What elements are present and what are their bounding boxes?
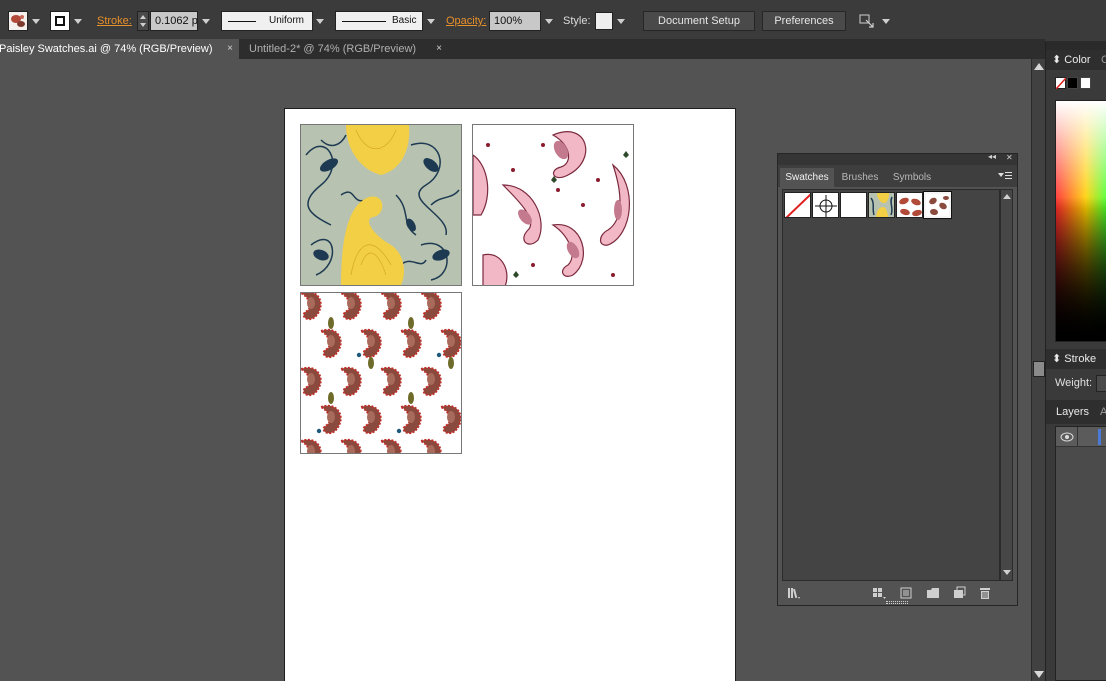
close-tab-icon[interactable]: × (436, 39, 442, 59)
paisley-fill-icon (11, 15, 25, 27)
none-color-swatch[interactable] (1055, 77, 1067, 90)
scroll-up-icon[interactable] (1003, 194, 1011, 199)
scroll-thumb[interactable] (1033, 361, 1045, 377)
color-guide-tab[interactable]: C (1101, 50, 1106, 70)
resize-grip-icon[interactable] (886, 601, 908, 604)
stroke-weight-field[interactable]: 0.1062 p (150, 11, 198, 31)
tab-label: Untitled-2* @ 74% (RGB/Preview) (249, 43, 417, 55)
swatch-libraries-icon[interactable] (786, 585, 802, 601)
weight-stepper[interactable] (1096, 375, 1106, 392)
style-label: Style: (563, 15, 591, 27)
tab-swatches[interactable]: Swatches (780, 168, 834, 187)
none-slash-icon (785, 193, 810, 217)
color-panel-title: ⬍ Color (1052, 54, 1091, 66)
swatch-registration[interactable] (812, 192, 839, 218)
profile-line-icon (228, 21, 256, 22)
document-tab-bar: Paisley Swatches.ai @ 74% (RGB/Preview) … (0, 39, 1045, 59)
opacity-field[interactable]: 100% (489, 11, 541, 31)
panel-menu-icon[interactable] (998, 171, 1012, 183)
swatch-list-scrollbar[interactable] (1000, 189, 1013, 581)
swatch-white[interactable] (840, 192, 867, 218)
pattern-2-thumb-icon (899, 197, 922, 217)
layers-list (1055, 426, 1106, 681)
stroke-panel-title: ⬍ Stroke (1052, 353, 1097, 365)
pattern-3-thumb-icon (929, 196, 949, 216)
swatches-panel: ◂◂ ✕ Swatches Brushes Symbols (777, 152, 1018, 606)
fill-dropdown[interactable] (29, 11, 41, 31)
weight-label: Weight: (1055, 377, 1093, 389)
scroll-down-icon[interactable] (1003, 570, 1011, 575)
layers-panel-header[interactable]: Layers A (1046, 400, 1106, 424)
variable-width-profile[interactable]: Uniform (221, 11, 313, 31)
profile-dropdown[interactable] (313, 11, 325, 31)
artboard[interactable] (284, 108, 736, 681)
scroll-up-icon[interactable] (1034, 63, 1044, 70)
swatch-pattern-2[interactable] (896, 192, 923, 218)
arrange-dropdown[interactable] (879, 11, 891, 31)
swatches-panel-footer (778, 581, 1017, 605)
tab-label: Paisley Swatches.ai @ 74% (RGB/Preview) (0, 43, 213, 55)
brush-dropdown[interactable] (424, 11, 436, 31)
stroke-label[interactable]: Stroke: (97, 11, 132, 31)
graphic-style-swatch[interactable] (595, 12, 613, 30)
fill-swatch[interactable] (8, 11, 28, 31)
brush-definition[interactable]: Basic (335, 11, 423, 31)
white-color-swatch[interactable] (1080, 77, 1091, 89)
swatch-none[interactable] (784, 192, 811, 218)
stroke-swatch[interactable] (50, 11, 70, 31)
tab-brushes[interactable]: Brushes (836, 168, 884, 187)
eye-icon[interactable] (1060, 431, 1074, 443)
panel-tabs: Swatches Brushes Symbols (778, 165, 1017, 187)
panel-title-strip[interactable]: ◂◂ ✕ (778, 152, 1017, 165)
document-setup-button[interactable]: Document Setup (643, 11, 755, 31)
arrange-documents-icon[interactable] (858, 12, 876, 30)
paisley-pattern-3[interactable] (300, 292, 462, 454)
control-bar: Stroke: 0.1062 p Uniform Basic Opacity: … (0, 0, 1106, 42)
scroll-down-icon[interactable] (1034, 671, 1044, 678)
canvas-vertical-scrollbar[interactable] (1031, 59, 1045, 681)
right-panel-dock: ⬍ Color C ⬍ Stroke Weight: Layers A (1045, 42, 1106, 681)
tab-untitled-2[interactable]: Untitled-2* @ 74% (RGB/Preview) × (240, 39, 448, 59)
stroke-weight-dropdown[interactable] (199, 11, 211, 31)
swatch-list (782, 189, 1000, 581)
pattern-1-thumb-icon (870, 193, 893, 217)
tab-artboards[interactable]: A (1100, 400, 1106, 424)
new-color-group-icon[interactable] (925, 585, 941, 601)
tab-paisley-swatches[interactable]: Paisley Swatches.ai @ 74% (RGB/Preview) … (0, 39, 239, 59)
stroke-dropdown[interactable] (71, 11, 83, 31)
layer-row[interactable] (1056, 427, 1106, 447)
delete-swatch-icon[interactable] (977, 585, 993, 601)
tab-symbols[interactable]: Symbols (886, 168, 938, 187)
layer-color-indicator (1098, 429, 1101, 445)
profile-label: Uniform (269, 15, 305, 26)
opacity-label[interactable]: Opacity: (446, 11, 486, 31)
new-swatch-icon[interactable] (951, 585, 967, 601)
paisley-pattern-2[interactable] (472, 124, 634, 286)
swatch-options-icon[interactable] (898, 585, 914, 601)
swatch-pattern-1[interactable] (868, 192, 895, 218)
preferences-button[interactable]: Preferences (762, 11, 846, 31)
swatch-pattern-3[interactable] (923, 191, 952, 219)
brush-line-icon (342, 21, 386, 22)
registration-target-icon (815, 195, 837, 217)
stroke-square-icon (55, 16, 65, 26)
tab-layers[interactable]: Layers (1056, 400, 1089, 424)
close-panel-icon[interactable]: ✕ (1006, 153, 1013, 162)
paisley-pattern-1[interactable] (300, 124, 462, 286)
show-swatch-kinds-icon[interactable] (871, 585, 887, 601)
collapse-icon[interactable]: ◂◂ (988, 152, 996, 161)
black-color-swatch[interactable] (1067, 77, 1078, 89)
color-panel-header[interactable]: ⬍ Color C (1046, 50, 1106, 70)
opacity-dropdown[interactable] (542, 11, 554, 31)
color-spectrum[interactable] (1055, 100, 1106, 342)
stroke-weight-stepper[interactable] (137, 11, 149, 31)
brush-label: Basic (392, 15, 417, 26)
style-dropdown[interactable] (614, 11, 626, 31)
close-tab-icon[interactable]: × (227, 39, 233, 59)
stroke-panel-header[interactable]: ⬍ Stroke (1046, 349, 1106, 369)
